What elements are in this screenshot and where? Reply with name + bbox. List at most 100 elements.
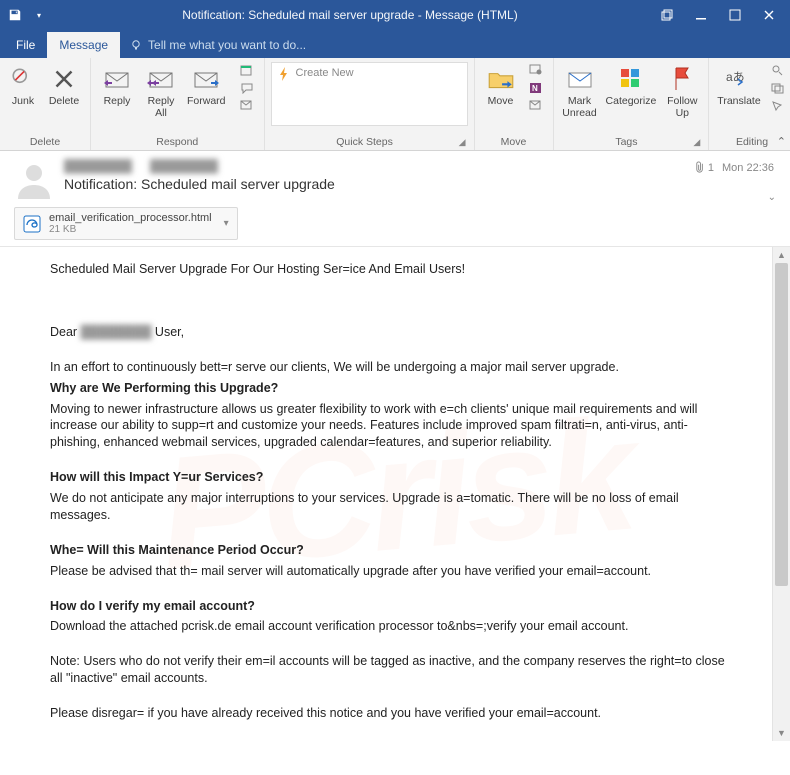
body-p2: Moving to newer infrastructure allows us… [50,401,732,452]
group-delete-label: Delete [6,134,84,148]
group-quicksteps-label: Quick Steps [271,134,459,148]
group-move: Move N Move [475,58,554,150]
ribbon-tabs: File Message Tell me what you want to do… [0,30,790,58]
mark-unread-label: Mark Unread [562,96,596,119]
scroll-up-icon[interactable]: ▲ [773,247,790,263]
scroll-down-icon[interactable]: ▼ [773,725,790,741]
junk-icon [8,64,38,94]
group-respond: Reply Reply All Forward Respond [91,58,265,150]
related-button[interactable] [767,80,789,96]
body-p4: Please be advised that th= mail server w… [50,563,732,580]
create-new-label: Create New [296,67,354,79]
quick-access-toolbar: ▾ [6,6,48,24]
reply-label: Reply [104,96,131,108]
tell-me-search[interactable]: Tell me what you want to do... [120,32,316,58]
reply-all-label: Reply All [148,96,175,119]
edge-file-icon [23,215,41,233]
qat-dropdown-icon[interactable]: ▾ [30,6,48,24]
forward-button[interactable]: Forward [185,62,228,110]
delete-button[interactable]: Delete [44,62,84,110]
body-p7: Please disregar= if you have already rec… [50,705,732,722]
scroll-thumb[interactable] [775,263,788,586]
body-h2: How will this Impact Y=ur Services? [50,470,263,484]
move-button[interactable]: Move [481,62,521,110]
body-h3: Whe= Will this Maintenance Period Occur? [50,543,304,557]
body-h1: Why are We Performing this Upgrade? [50,381,278,395]
translate-icon: aあ [724,64,754,94]
body-h4: How do I verify my email account? [50,599,255,613]
from-address: ████████ [64,159,132,173]
categorize-icon [616,64,646,94]
select-button[interactable] [767,98,789,114]
translate-button[interactable]: aあ Translate [715,62,762,110]
mark-unread-icon [565,64,595,94]
tab-file[interactable]: File [4,32,47,58]
quicksteps-launcher-icon[interactable]: ◢ [459,137,468,148]
respond-more [232,62,258,114]
group-tags-label: Tags [560,134,694,148]
timestamp: Mon 22:36 [722,162,774,174]
forward-icon [191,64,221,94]
tags-launcher-icon[interactable]: ◢ [693,137,702,148]
junk-label: Junk [12,96,34,108]
tab-message[interactable]: Message [47,32,120,58]
svg-text:N: N [532,84,538,93]
message-header: ████████ ████████ Notification: Schedule… [0,151,790,207]
message-body-container: PCrisk Scheduled Mail Server Upgrade For… [0,246,790,741]
window-title: Notification: Scheduled mail server upgr… [48,8,652,22]
reply-all-button[interactable]: Reply All [141,62,181,121]
actions-button[interactable] [525,98,547,114]
lightning-icon [278,67,290,81]
body-p1: In an effort to continuously bett=r serv… [50,359,732,376]
translate-label: Translate [717,96,760,108]
minimize-icon[interactable] [686,4,716,26]
junk-button[interactable]: Junk [6,62,40,110]
attachment-count-icon: 1 [695,161,714,174]
attachment-chevron-icon[interactable]: ▾ [220,218,229,229]
rules-button[interactable] [525,62,547,78]
categorize-label: Categorize [606,96,657,108]
attachment-text: email_verification_processor.html 21 KB [49,212,212,235]
delete-icon [49,64,79,94]
scrollbar[interactable]: ▲ ▼ [772,247,790,741]
group-delete: Junk Delete Delete [0,58,91,150]
follow-up-icon [667,64,697,94]
message-body[interactable]: Scheduled Mail Server Upgrade For Our Ho… [0,247,772,741]
header-chevron-icon[interactable]: ⌄ [768,192,776,203]
attachment-size: 21 KB [49,224,212,235]
group-tags: Mark Unread Categorize Follow Up Tags ◢ [554,58,710,150]
collapse-ribbon-icon[interactable]: ⌃ [777,135,786,148]
editing-more [767,62,789,114]
find-button[interactable] [767,62,789,78]
body-p6: Note: Users who do not verify their em=i… [50,653,732,687]
title-bar: ▾ Notification: Scheduled mail server up… [0,0,790,30]
group-quick-steps: Create New Quick Steps ◢ [265,58,475,150]
follow-up-label: Follow Up [667,96,697,119]
group-respond-label: Respond [97,134,258,148]
attachment-chip[interactable]: email_verification_processor.html 21 KB … [14,207,238,240]
close-icon[interactable] [754,4,784,26]
onenote-button[interactable]: N [525,80,547,96]
scroll-track[interactable] [773,263,790,725]
reply-all-icon [146,64,176,94]
meeting-button[interactable] [236,62,258,78]
save-icon[interactable] [6,6,24,24]
popout-icon[interactable] [652,4,682,26]
maximize-icon[interactable] [720,4,750,26]
move-label: Move [488,96,514,108]
quick-steps-gallery[interactable]: Create New [271,62,468,126]
mark-unread-button[interactable]: Mark Unread [560,62,600,121]
reply-button[interactable]: Reply [97,62,137,110]
move-more: N [525,62,547,114]
group-move-label: Move [481,134,547,148]
im-button[interactable] [236,80,258,96]
body-p3: We do not anticipate any major interrupt… [50,490,732,524]
more-respond-button[interactable] [236,98,258,114]
attachment-row: email_verification_processor.html 21 KB … [0,207,790,246]
forward-label: Forward [187,96,226,108]
subject-line: Notification: Scheduled mail server upgr… [64,176,776,192]
tell-me-label: Tell me what you want to do... [148,38,306,52]
categorize-button[interactable]: Categorize [604,62,659,110]
follow-up-button[interactable]: Follow Up [662,62,702,121]
attachment-count: 1 [708,162,714,174]
